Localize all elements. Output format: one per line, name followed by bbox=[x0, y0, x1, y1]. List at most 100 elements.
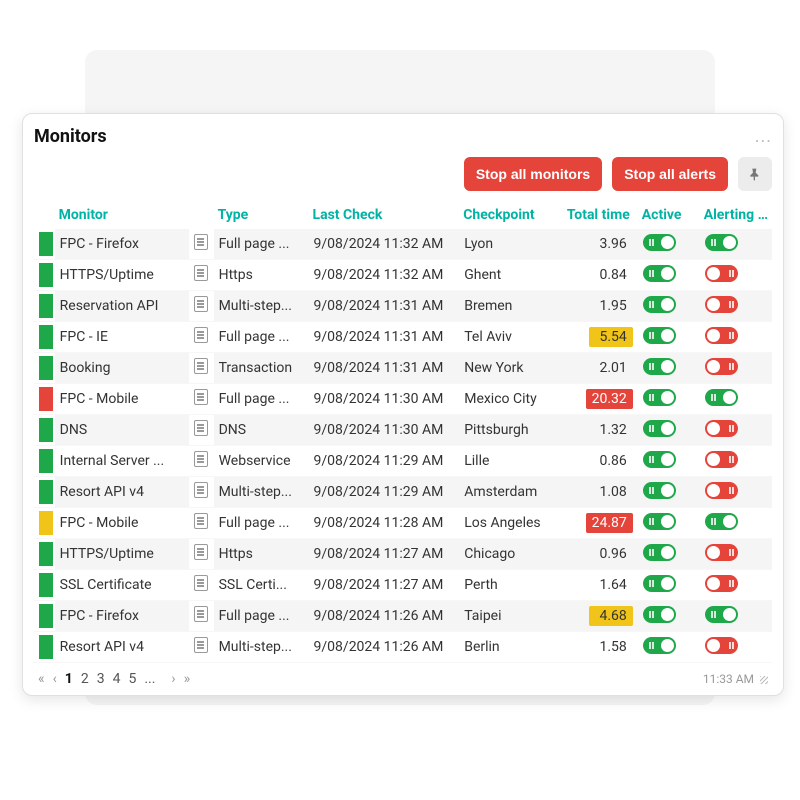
active-toggle[interactable] bbox=[643, 358, 676, 375]
monitor-name[interactable]: FPC - IE bbox=[55, 322, 189, 353]
monitor-name[interactable]: DNS bbox=[55, 415, 189, 446]
doc-cell[interactable] bbox=[189, 415, 214, 446]
doc-cell[interactable] bbox=[189, 446, 214, 477]
col-total-time[interactable]: Total time bbox=[559, 201, 637, 229]
doc-cell[interactable] bbox=[189, 632, 214, 663]
monitor-name[interactable]: HTTPS/Uptime bbox=[55, 539, 189, 570]
table-row[interactable]: FPC - MobileFull page ...9/08/2024 11:28… bbox=[34, 508, 772, 539]
doc-cell[interactable] bbox=[189, 539, 214, 570]
pager-page[interactable]: 5 bbox=[128, 671, 136, 687]
alerting-toggle[interactable] bbox=[705, 575, 738, 592]
table-row[interactable]: FPC - FirefoxFull page ...9/08/2024 11:3… bbox=[34, 229, 772, 260]
stop-all-monitors-button[interactable]: Stop all monitors bbox=[464, 157, 602, 191]
col-doc[interactable] bbox=[189, 201, 214, 229]
alerting-toggle[interactable] bbox=[705, 544, 738, 561]
monitor-name[interactable]: FPC - Mobile bbox=[55, 384, 189, 415]
table-row[interactable]: FPC - IEFull page ...9/08/2024 11:31 AMT… bbox=[34, 322, 772, 353]
active-toggle[interactable] bbox=[643, 544, 676, 561]
col-status[interactable] bbox=[34, 201, 55, 229]
resize-corner-icon[interactable] bbox=[758, 674, 768, 684]
status-indicator bbox=[39, 387, 53, 411]
active-toggle[interactable] bbox=[643, 296, 676, 313]
pager-page[interactable]: 2 bbox=[81, 671, 89, 687]
alerting-toggle[interactable] bbox=[705, 513, 738, 530]
col-active[interactable]: Active bbox=[638, 201, 700, 229]
panel-more-icon[interactable]: ... bbox=[755, 126, 772, 147]
alerting-toggle[interactable] bbox=[705, 637, 738, 654]
pager-next-icon[interactable]: › bbox=[171, 671, 175, 687]
monitor-name[interactable]: Booking bbox=[55, 353, 189, 384]
monitor-name[interactable]: Internal Server ... bbox=[55, 446, 189, 477]
alerting-toggle[interactable] bbox=[705, 296, 738, 313]
pager-page[interactable]: 4 bbox=[113, 671, 121, 687]
alerting-toggle[interactable] bbox=[705, 358, 738, 375]
active-toggle[interactable] bbox=[643, 327, 676, 344]
alerting-toggle[interactable] bbox=[705, 482, 738, 499]
pin-button[interactable] bbox=[738, 157, 772, 191]
pager-prev-icon[interactable]: ‹ bbox=[53, 671, 57, 687]
table-row[interactable]: SSL CertificateSSL Certi...9/08/2024 11:… bbox=[34, 570, 772, 601]
pager-page[interactable]: ... bbox=[144, 671, 155, 687]
doc-cell[interactable] bbox=[189, 229, 214, 260]
doc-cell[interactable] bbox=[189, 353, 214, 384]
table-row[interactable]: BookingTransaction9/08/2024 11:31 AMNew … bbox=[34, 353, 772, 384]
table-row[interactable]: Resort API v4Multi-step...9/08/2024 11:2… bbox=[34, 477, 772, 508]
monitor-name[interactable]: FPC - Firefox bbox=[55, 229, 189, 260]
doc-cell[interactable] bbox=[189, 260, 214, 291]
active-toggle[interactable] bbox=[643, 606, 676, 623]
table-row[interactable]: Reservation APIMulti-step...9/08/2024 11… bbox=[34, 291, 772, 322]
alerting-toggle[interactable] bbox=[705, 234, 738, 251]
active-toggle[interactable] bbox=[643, 451, 676, 468]
doc-cell[interactable] bbox=[189, 601, 214, 632]
last-check: 9/08/2024 11:31 AM bbox=[309, 353, 460, 384]
monitor-name[interactable]: Reservation API bbox=[55, 291, 189, 322]
pager-first-icon[interactable]: « bbox=[38, 671, 45, 687]
pager-page[interactable]: 3 bbox=[97, 671, 105, 687]
monitor-name[interactable]: FPC - Firefox bbox=[55, 601, 189, 632]
col-last-check[interactable]: Last Check bbox=[309, 201, 460, 229]
table-row[interactable]: HTTPS/UptimeHttps9/08/2024 11:32 AMGhent… bbox=[34, 260, 772, 291]
col-monitor[interactable]: Monitor bbox=[55, 201, 189, 229]
alerting-toggle[interactable] bbox=[705, 420, 738, 437]
total-time: 20.32 bbox=[559, 384, 637, 415]
stop-all-alerts-button[interactable]: Stop all alerts bbox=[612, 157, 728, 191]
alerting-toggle[interactable] bbox=[705, 389, 738, 406]
monitor-name[interactable]: Resort API v4 bbox=[55, 477, 189, 508]
table-row[interactable]: FPC - FirefoxFull page ...9/08/2024 11:2… bbox=[34, 601, 772, 632]
col-checkpoint[interactable]: Checkpoint bbox=[459, 201, 559, 229]
doc-cell[interactable] bbox=[189, 570, 214, 601]
active-toggle[interactable] bbox=[643, 575, 676, 592]
doc-cell[interactable] bbox=[189, 384, 214, 415]
table-row[interactable]: Resort API v4Multi-step...9/08/2024 11:2… bbox=[34, 632, 772, 663]
monitor-name[interactable]: Resort API v4 bbox=[55, 632, 189, 663]
alerting-toggle[interactable] bbox=[705, 451, 738, 468]
monitor-name[interactable]: HTTPS/Uptime bbox=[55, 260, 189, 291]
monitor-name[interactable]: FPC - Mobile bbox=[55, 508, 189, 539]
active-toggle[interactable] bbox=[643, 637, 676, 654]
alerting-toggle[interactable] bbox=[705, 265, 738, 282]
pager-last-icon[interactable]: » bbox=[184, 671, 191, 687]
active-toggle[interactable] bbox=[643, 265, 676, 282]
table-row[interactable]: DNSDNS9/08/2024 11:30 AMPittsburgh1.32 bbox=[34, 415, 772, 446]
active-toggle[interactable] bbox=[643, 234, 676, 251]
doc-cell[interactable] bbox=[189, 322, 214, 353]
col-type[interactable]: Type bbox=[214, 201, 309, 229]
monitor-name[interactable]: SSL Certificate bbox=[55, 570, 189, 601]
table-row[interactable]: FPC - MobileFull page ...9/08/2024 11:30… bbox=[34, 384, 772, 415]
monitor-type: Transaction bbox=[214, 353, 309, 384]
doc-cell[interactable] bbox=[189, 508, 214, 539]
table-row[interactable]: Internal Server ...Webservice9/08/2024 1… bbox=[34, 446, 772, 477]
alerting-toggle[interactable] bbox=[705, 327, 738, 344]
active-toggle[interactable] bbox=[643, 513, 676, 530]
active-toggle[interactable] bbox=[643, 482, 676, 499]
alerting-toggle[interactable] bbox=[705, 606, 738, 623]
doc-cell[interactable] bbox=[189, 291, 214, 322]
pager-page[interactable]: 1 bbox=[65, 671, 73, 687]
total-time: 5.54 bbox=[559, 322, 637, 353]
active-toggle[interactable] bbox=[643, 389, 676, 406]
monitor-type: Multi-step... bbox=[214, 291, 309, 322]
table-row[interactable]: HTTPS/UptimeHttps9/08/2024 11:27 AMChica… bbox=[34, 539, 772, 570]
doc-cell[interactable] bbox=[189, 477, 214, 508]
active-toggle[interactable] bbox=[643, 420, 676, 437]
col-alerting[interactable]: Alerting ... bbox=[700, 201, 772, 229]
